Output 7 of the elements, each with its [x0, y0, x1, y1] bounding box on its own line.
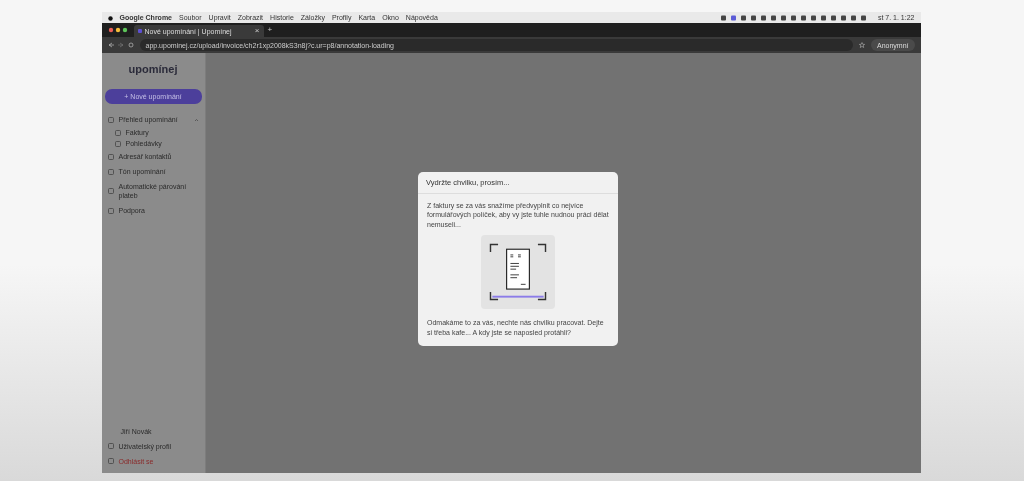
logo: upomínej — [127, 63, 179, 75]
new-tab-button[interactable]: + — [267, 26, 273, 34]
close-icon[interactable]: × — [254, 27, 260, 35]
star-icon[interactable] — [858, 42, 865, 48]
window-controls[interactable] — [107, 27, 130, 33]
favicon-icon — [137, 29, 142, 33]
navigation-icons[interactable] — [107, 42, 134, 48]
